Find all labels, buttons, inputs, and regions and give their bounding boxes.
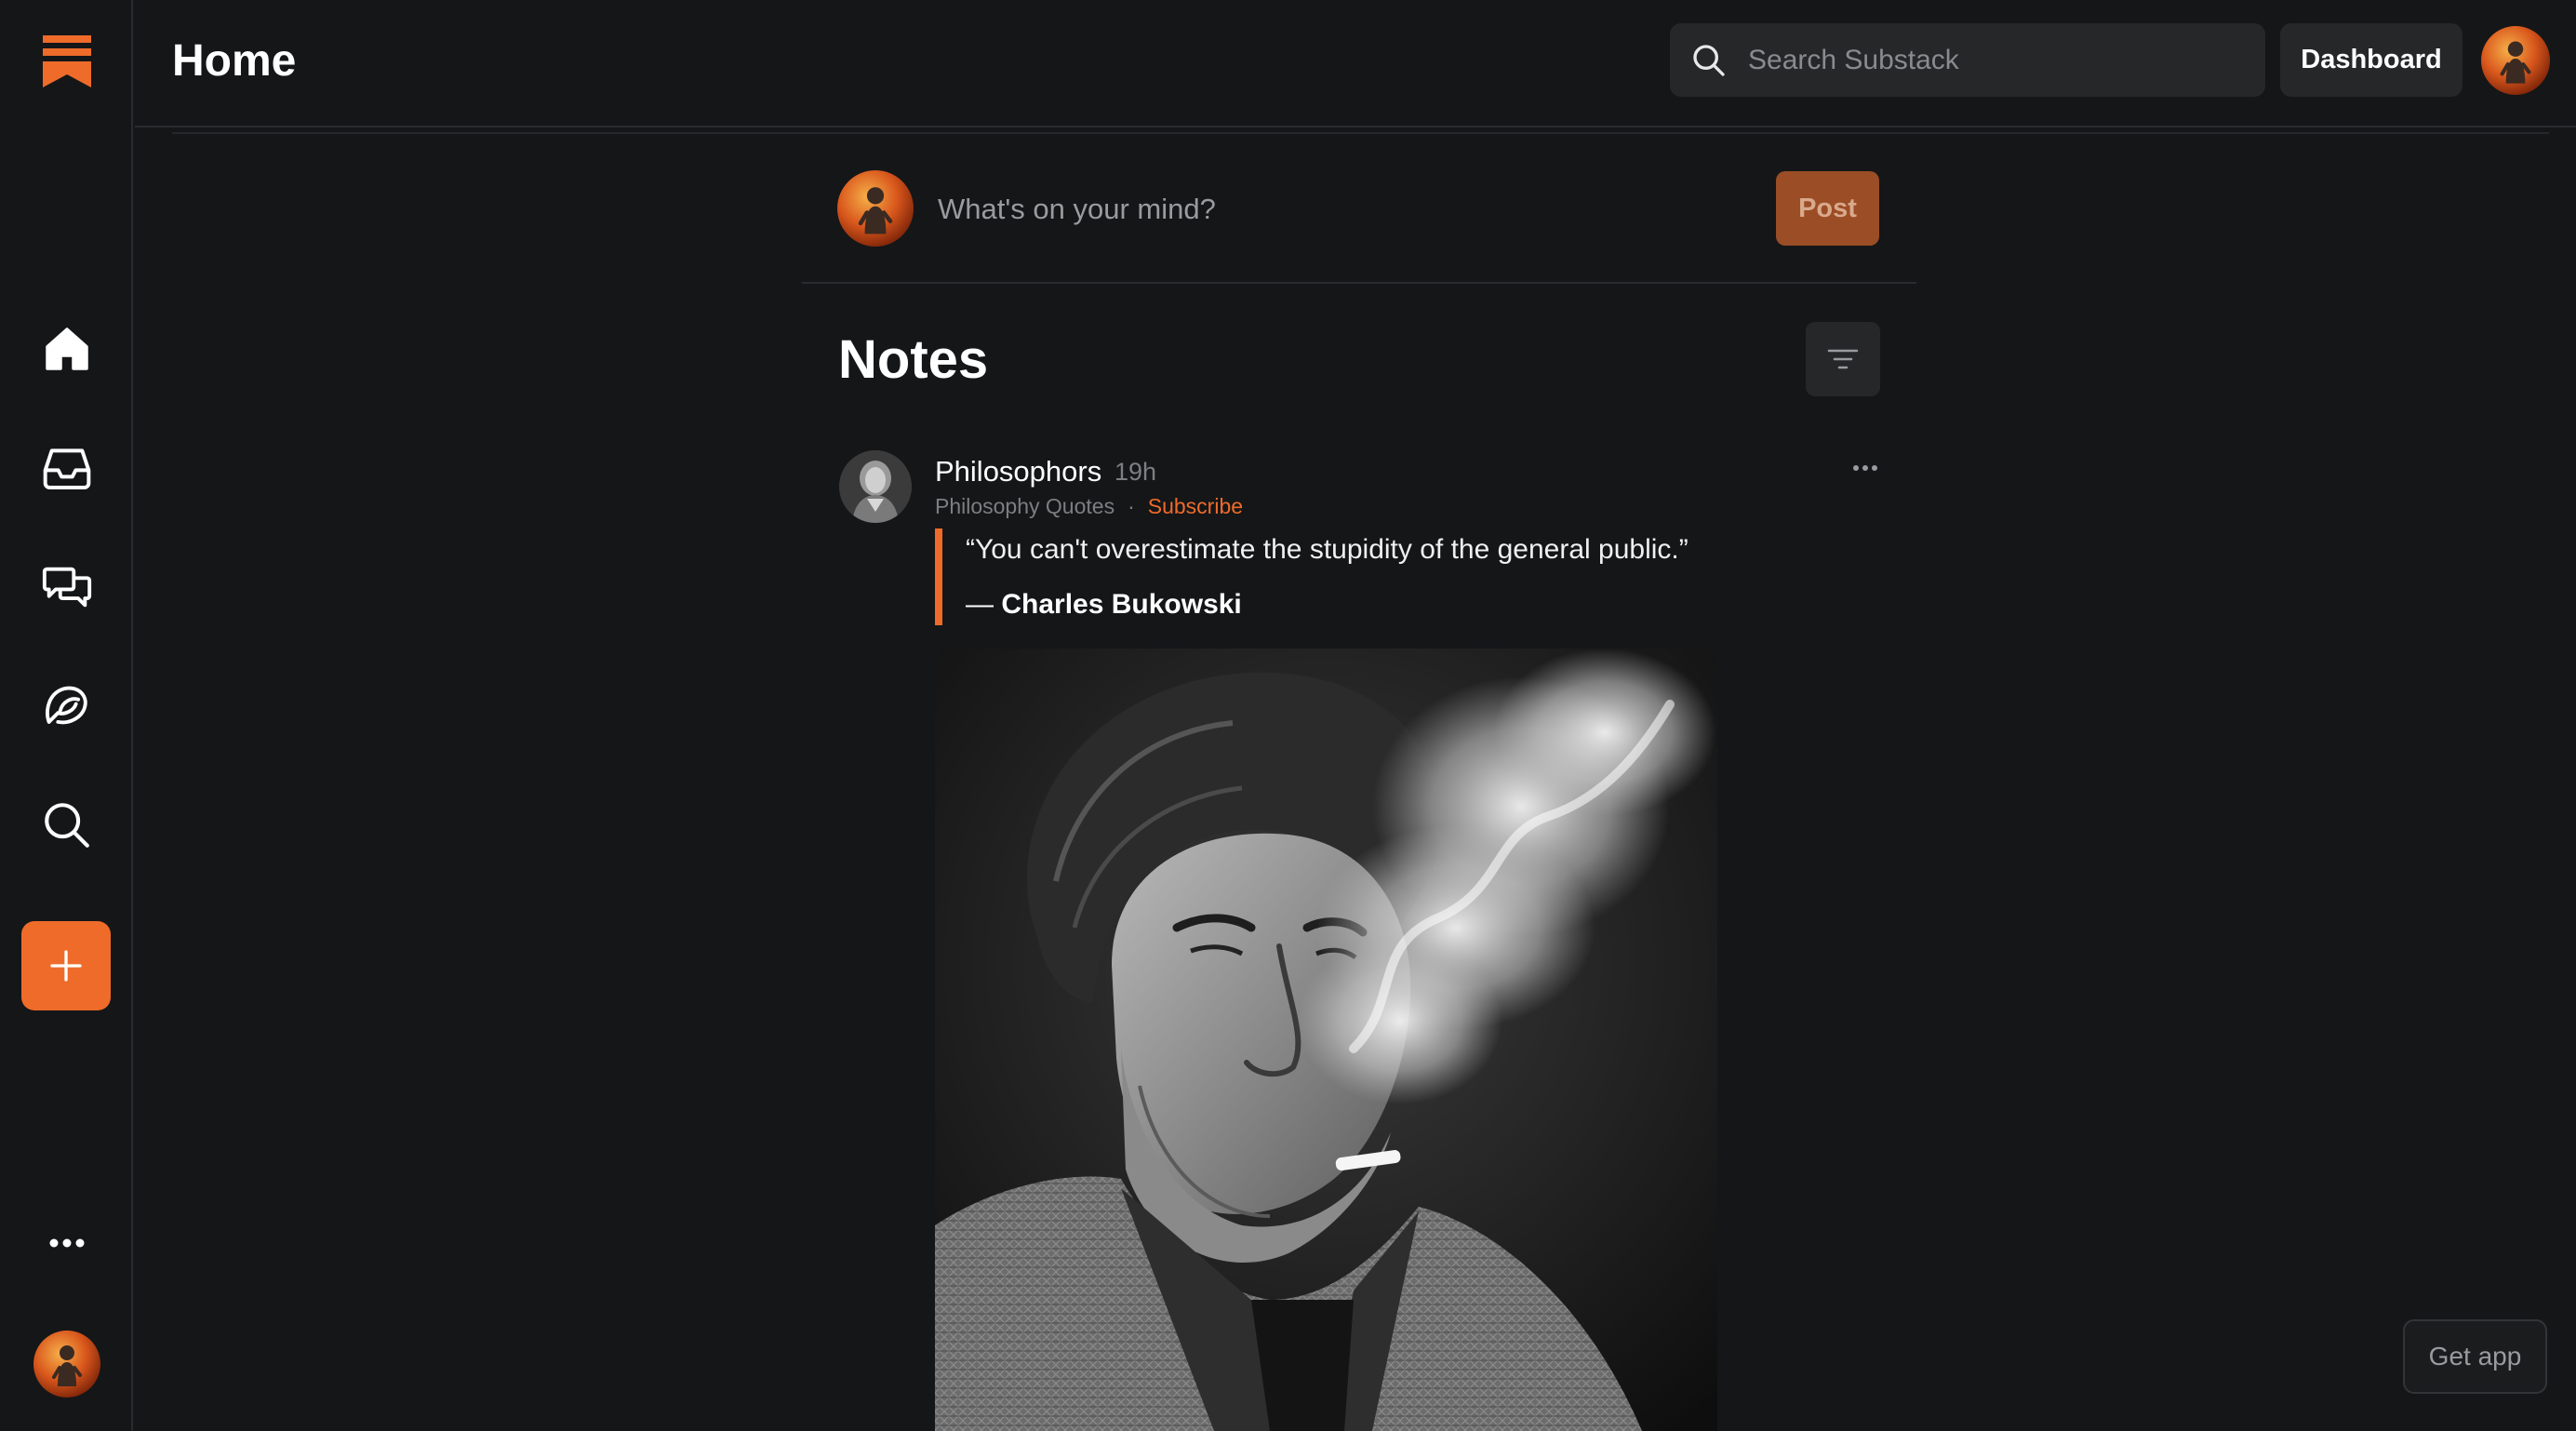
sidebar-item-home[interactable] [0, 316, 133, 381]
header-avatar[interactable] [2481, 26, 2550, 95]
sidebar-item-search[interactable] [0, 793, 133, 858]
plus-icon [50, 950, 82, 982]
sidebar-item-activity[interactable] [0, 674, 133, 739]
search-bar[interactable] [1670, 23, 2265, 97]
composer-avatar [837, 170, 914, 247]
home-icon [45, 328, 88, 370]
substack-logo-icon[interactable] [0, 32, 133, 91]
note-image[interactable] [935, 649, 1717, 1431]
sidebar [0, 0, 133, 1431]
quote-text: “You can't overestimate the stupidity of… [966, 534, 1688, 565]
inbox-icon [43, 448, 90, 489]
sidebar-item-inbox[interactable] [0, 435, 133, 501]
top-header: Home Dashboard [135, 0, 2576, 127]
note-author-avatar[interactable] [839, 450, 912, 523]
quote-attribution: — Charles Bukowski [966, 589, 1242, 621]
notes-heading: Notes [838, 329, 989, 390]
user-avatar[interactable] [33, 1331, 100, 1398]
dashboard-button[interactable]: Dashboard [2280, 23, 2463, 97]
filter-button[interactable] [1806, 322, 1880, 396]
more-icon [49, 1238, 84, 1248]
quote-author-name: Charles Bukowski [1001, 589, 1242, 620]
page-title: Home [172, 36, 297, 86]
activity-icon [45, 686, 87, 725]
note-publication-line: Philosophy Quotes · Subscribe [935, 494, 1243, 519]
publication-name[interactable]: Philosophy Quotes [935, 494, 1114, 519]
more-icon [1853, 465, 1877, 471]
separator-dot: · [1128, 494, 1135, 518]
subscribe-link[interactable]: Subscribe [1148, 494, 1243, 519]
composer-divider [802, 282, 1916, 284]
quote-dash: — [966, 589, 1002, 620]
search-icon [44, 803, 89, 848]
get-app-button[interactable]: Get app [2403, 1319, 2547, 1394]
composer-input[interactable] [938, 186, 1738, 233]
chat-icon [42, 567, 91, 608]
header-divider [172, 132, 2549, 134]
sidebar-more-button[interactable] [0, 1215, 133, 1271]
note-author-name[interactable]: Philosophors [935, 455, 1101, 488]
note-timestamp: 19h [1114, 458, 1157, 486]
post-button[interactable]: Post [1776, 171, 1879, 246]
note-more-button[interactable] [1847, 454, 1884, 482]
quote-accent-bar [935, 528, 942, 625]
sidebar-item-chat[interactable] [0, 555, 133, 620]
create-button[interactable] [21, 921, 111, 1010]
filter-icon [1827, 349, 1859, 369]
search-icon [1693, 44, 1725, 76]
search-input[interactable] [1748, 44, 2213, 76]
